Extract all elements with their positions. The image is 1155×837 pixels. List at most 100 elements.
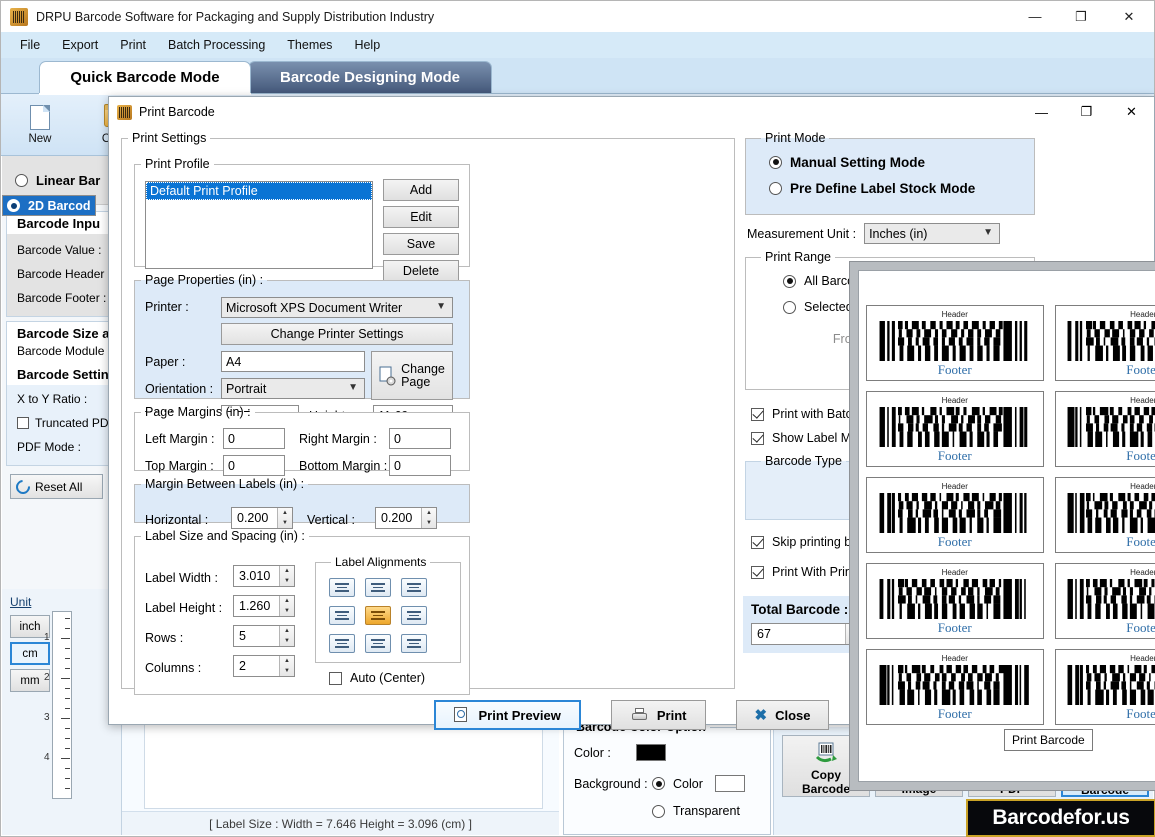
menu-item-themes[interactable]: Themes xyxy=(276,35,343,55)
pdf417-barcode-icon xyxy=(1066,321,1155,361)
barcode-module-label: Barcode Module xyxy=(17,344,105,358)
barcode-type-linear-label: Linear Bar xyxy=(36,172,101,188)
printer-icon xyxy=(630,707,649,723)
total-barcode-spinner[interactable]: 67 ▲▼ xyxy=(751,623,861,645)
tab-quick-barcode-mode[interactable]: Quick Barcode Mode xyxy=(39,61,251,93)
horizontal-margin-spinner[interactable]: 0.200 ▲ ▼ xyxy=(231,507,293,529)
radio-selected-range-icon[interactable] xyxy=(783,300,796,314)
background-color-swatch[interactable] xyxy=(715,775,745,792)
color-swatch[interactable] xyxy=(636,744,666,761)
bottom-margin-input[interactable]: 0 xyxy=(389,455,451,476)
preview-footer-text: Footer xyxy=(937,620,972,635)
print-profile-group: Print Profile Default Print Profile Add … xyxy=(134,157,470,282)
preview-footer-text: Footer xyxy=(1126,534,1155,549)
close-icon[interactable]: ✕ xyxy=(1104,1,1154,32)
dialog-close-icon[interactable]: ✕ xyxy=(1109,97,1154,127)
maximize-icon[interactable]: ❐ xyxy=(1058,1,1104,32)
radio-pre-define-label-stock-mode-icon[interactable] xyxy=(769,181,782,195)
orientation-select[interactable]: Portrait ▼ xyxy=(221,378,365,399)
menu-item-export[interactable]: Export xyxy=(51,35,109,55)
tab-barcode-designing-mode[interactable]: Barcode Designing Mode xyxy=(248,61,492,93)
print-preview-button[interactable]: Print Preview xyxy=(433,700,581,730)
menu-item-batch-processing[interactable]: Batch Processing xyxy=(157,35,276,55)
reset-all-button[interactable]: Reset All xyxy=(10,474,103,499)
label-height-value: 1.260 xyxy=(239,599,271,613)
auto-center-label: Auto (Center) xyxy=(350,671,426,685)
rows-label: Rows : xyxy=(145,631,184,645)
truncated-pdf-checkbox[interactable] xyxy=(17,417,29,429)
barcode-type-selector: Linear Bar 2D Barcod xyxy=(2,156,120,216)
print-mode-predefine[interactable]: Pre Define Label Stock Mode xyxy=(755,175,1025,201)
toolbar-new-button[interactable]: New xyxy=(11,104,69,145)
barcode-type-2d[interactable]: 2D Barcod xyxy=(2,195,96,216)
align-top-left-button[interactable] xyxy=(329,578,355,597)
change-printer-settings-button[interactable]: Change Printer Settings xyxy=(221,323,453,345)
right-margin-input[interactable]: 0 xyxy=(389,428,451,449)
rows-spinner[interactable]: 5 ▲ ▼ xyxy=(233,625,295,647)
align-top-center-button[interactable] xyxy=(365,578,391,597)
label-width-spinner[interactable]: 3.010 ▲ ▼ xyxy=(233,565,295,587)
align-middle-left-button[interactable] xyxy=(329,606,355,625)
dialog-minimize-icon[interactable]: — xyxy=(1019,97,1064,127)
top-margin-input[interactable]: 0 xyxy=(223,455,285,476)
chevron-down-icon: ▼ xyxy=(436,301,446,312)
label-width-label: Label Width : xyxy=(145,571,218,585)
auto-center-checkbox[interactable] xyxy=(329,671,342,685)
print-profile-listbox[interactable]: Default Print Profile xyxy=(145,181,373,269)
radio-bg-color-icon[interactable] xyxy=(652,777,665,790)
columns-spinner[interactable]: 2 ▲ ▼ xyxy=(233,655,295,677)
paper-input[interactable]: A4 xyxy=(221,351,365,372)
truncated-pdf-row[interactable]: Truncated PD xyxy=(7,411,115,435)
auto-center-row[interactable]: Auto (Center) xyxy=(329,671,425,685)
change-page-button[interactable]: Change Page xyxy=(371,351,453,400)
minimize-icon[interactable]: — xyxy=(1012,1,1058,32)
dialog-close-button[interactable]: ✖ Close xyxy=(735,700,830,730)
left-margin-input[interactable]: 0 xyxy=(223,428,285,449)
align-bottom-right-button[interactable] xyxy=(401,634,427,653)
menu-item-file[interactable]: File xyxy=(9,35,51,55)
right-margin-label: Right Margin : xyxy=(299,432,377,446)
window-title: DRPU Barcode Software for Packaging and … xyxy=(36,9,435,24)
dialog-title: Print Barcode xyxy=(139,105,215,119)
profile-save-button[interactable]: Save xyxy=(383,233,459,255)
radio-bg-transparent-icon[interactable] xyxy=(652,804,665,818)
radio-2d-icon[interactable] xyxy=(7,199,20,212)
top-margin-label: Top Margin : xyxy=(145,459,214,473)
align-middle-right-button[interactable] xyxy=(401,606,427,625)
show-label-margins-checkbox[interactable] xyxy=(751,431,764,445)
preview-header-text: Header xyxy=(941,396,968,405)
align-top-right-button[interactable] xyxy=(401,578,427,597)
profile-edit-button[interactable]: Edit xyxy=(383,206,459,228)
radio-manual-setting-mode-icon[interactable] xyxy=(769,155,782,169)
skip-invalid-checkbox[interactable] xyxy=(751,535,764,549)
unit-button-cm[interactable]: cm xyxy=(10,642,50,665)
align-bottom-left-button[interactable] xyxy=(329,634,355,653)
barcode-type-linear[interactable]: Linear Bar xyxy=(2,165,120,195)
preview-header-text: Header xyxy=(941,310,968,319)
radio-all-barcode-icon[interactable] xyxy=(783,274,796,288)
columns-label: Columns : xyxy=(145,661,202,675)
barcode-size-title: Barcode Size a xyxy=(17,326,110,341)
align-middle-center-button[interactable] xyxy=(365,606,391,625)
profile-add-button[interactable]: Add xyxy=(383,179,459,201)
align-bottom-center-button[interactable] xyxy=(365,634,391,653)
print-mode-legend: Print Mode xyxy=(765,131,826,145)
change-page-label-1: Change xyxy=(401,361,445,376)
measurement-unit-select[interactable]: Inches (in) ▼ xyxy=(864,223,1001,244)
print-quantity-checkbox[interactable] xyxy=(751,565,764,579)
print-mode-manual[interactable]: Manual Setting Mode xyxy=(755,149,1025,175)
dialog-maximize-icon[interactable]: ❐ xyxy=(1064,97,1109,127)
radio-linear-icon[interactable] xyxy=(15,173,28,187)
menu-item-help[interactable]: Help xyxy=(343,35,391,55)
print-with-batch-data-checkbox[interactable] xyxy=(751,407,764,421)
print-barcode-dialog: Print Barcode — ❐ ✕ Print Settings Print… xyxy=(108,96,1155,791)
print-profile-selected-item[interactable]: Default Print Profile xyxy=(146,182,372,200)
printer-select[interactable]: Microsoft XPS Document Writer ▼ xyxy=(221,297,453,318)
alignment-grid xyxy=(324,575,432,659)
menu-bar: File Export Print Batch Processing Theme… xyxy=(1,32,1154,58)
dialog-print-button[interactable]: Print xyxy=(610,700,706,730)
barcode-size-group: Barcode Size a Barcode Module Barcode Se… xyxy=(6,321,116,466)
menu-item-print[interactable]: Print xyxy=(109,35,157,55)
label-height-spinner[interactable]: 1.260 ▲ ▼ xyxy=(233,595,295,617)
vertical-margin-spinner[interactable]: 0.200 ▲ ▼ xyxy=(375,507,437,529)
